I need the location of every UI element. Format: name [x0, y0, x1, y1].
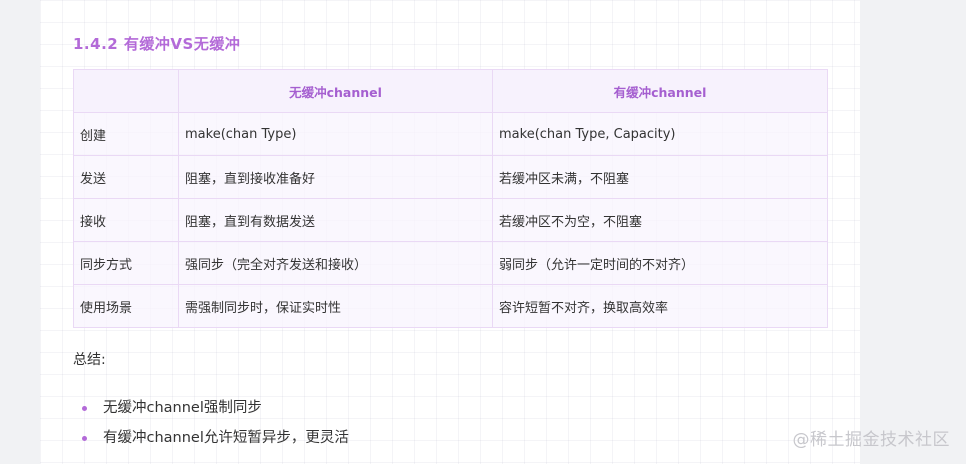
buffered-cell: 容许短暂不对齐，换取高效率: [492, 284, 828, 328]
list-item: 无缓冲channel强制同步: [82, 393, 349, 423]
bullet-icon: [82, 435, 87, 441]
table-header-row: 无缓冲channel 有缓冲channel: [73, 69, 828, 113]
summary-list: 无缓冲channel强制同步 有缓冲channel允许短暂异步，更灵活: [82, 393, 349, 453]
header-cell-empty: [73, 69, 179, 113]
row-label: 发送: [73, 155, 179, 199]
unbuffered-cell: make(chan Type): [178, 112, 493, 156]
buffered-cell: 若缓冲区不为空，不阻塞: [492, 198, 828, 242]
row-label: 接收: [73, 198, 179, 242]
unbuffered-cell: 强同步（完全对齐发送和接收）: [178, 241, 493, 285]
bullet-icon: [82, 405, 87, 411]
summary-label: 总结:: [73, 352, 106, 368]
table-row: 使用场景 需强制同步时，保证实时性 容许短暂不对齐，换取高效率: [73, 284, 828, 328]
list-item-text: 有缓冲channel允许短暂异步，更灵活: [103, 430, 349, 446]
table-row: 同步方式 强同步（完全对齐发送和接收） 弱同步（允许一定时间的不对齐）: [73, 241, 828, 285]
watermark: @稀土掘金技术社区: [792, 430, 950, 450]
section-heading: 1.4.2 有缓冲VS无缓冲: [73, 35, 241, 53]
header-cell-buffered: 有缓冲channel: [492, 69, 828, 113]
table-row: 接收 阻塞，直到有数据发送 若缓冲区不为空，不阻塞: [73, 198, 828, 242]
list-item-text: 无缓冲channel强制同步: [103, 400, 262, 416]
row-label: 同步方式: [73, 241, 179, 285]
table-row: 创建 make(chan Type) make(chan Type, Capac…: [73, 112, 828, 156]
unbuffered-cell: 阻塞，直到有数据发送: [178, 198, 493, 242]
comparison-table: 无缓冲channel 有缓冲channel 创建 make(chan Type)…: [73, 69, 828, 328]
unbuffered-cell: 需强制同步时，保证实时性: [178, 284, 493, 328]
buffered-cell: 弱同步（允许一定时间的不对齐）: [492, 241, 828, 285]
row-label: 创建: [73, 112, 179, 156]
list-item: 有缓冲channel允许短暂异步，更灵活: [82, 423, 349, 453]
buffered-cell: 若缓冲区未满，不阻塞: [492, 155, 828, 199]
header-cell-unbuffered: 无缓冲channel: [178, 69, 493, 113]
table-row: 发送 阻塞，直到接收准备好 若缓冲区未满，不阻塞: [73, 155, 828, 199]
row-label: 使用场景: [73, 284, 179, 328]
buffered-cell: make(chan Type, Capacity): [492, 112, 828, 156]
unbuffered-cell: 阻塞，直到接收准备好: [178, 155, 493, 199]
